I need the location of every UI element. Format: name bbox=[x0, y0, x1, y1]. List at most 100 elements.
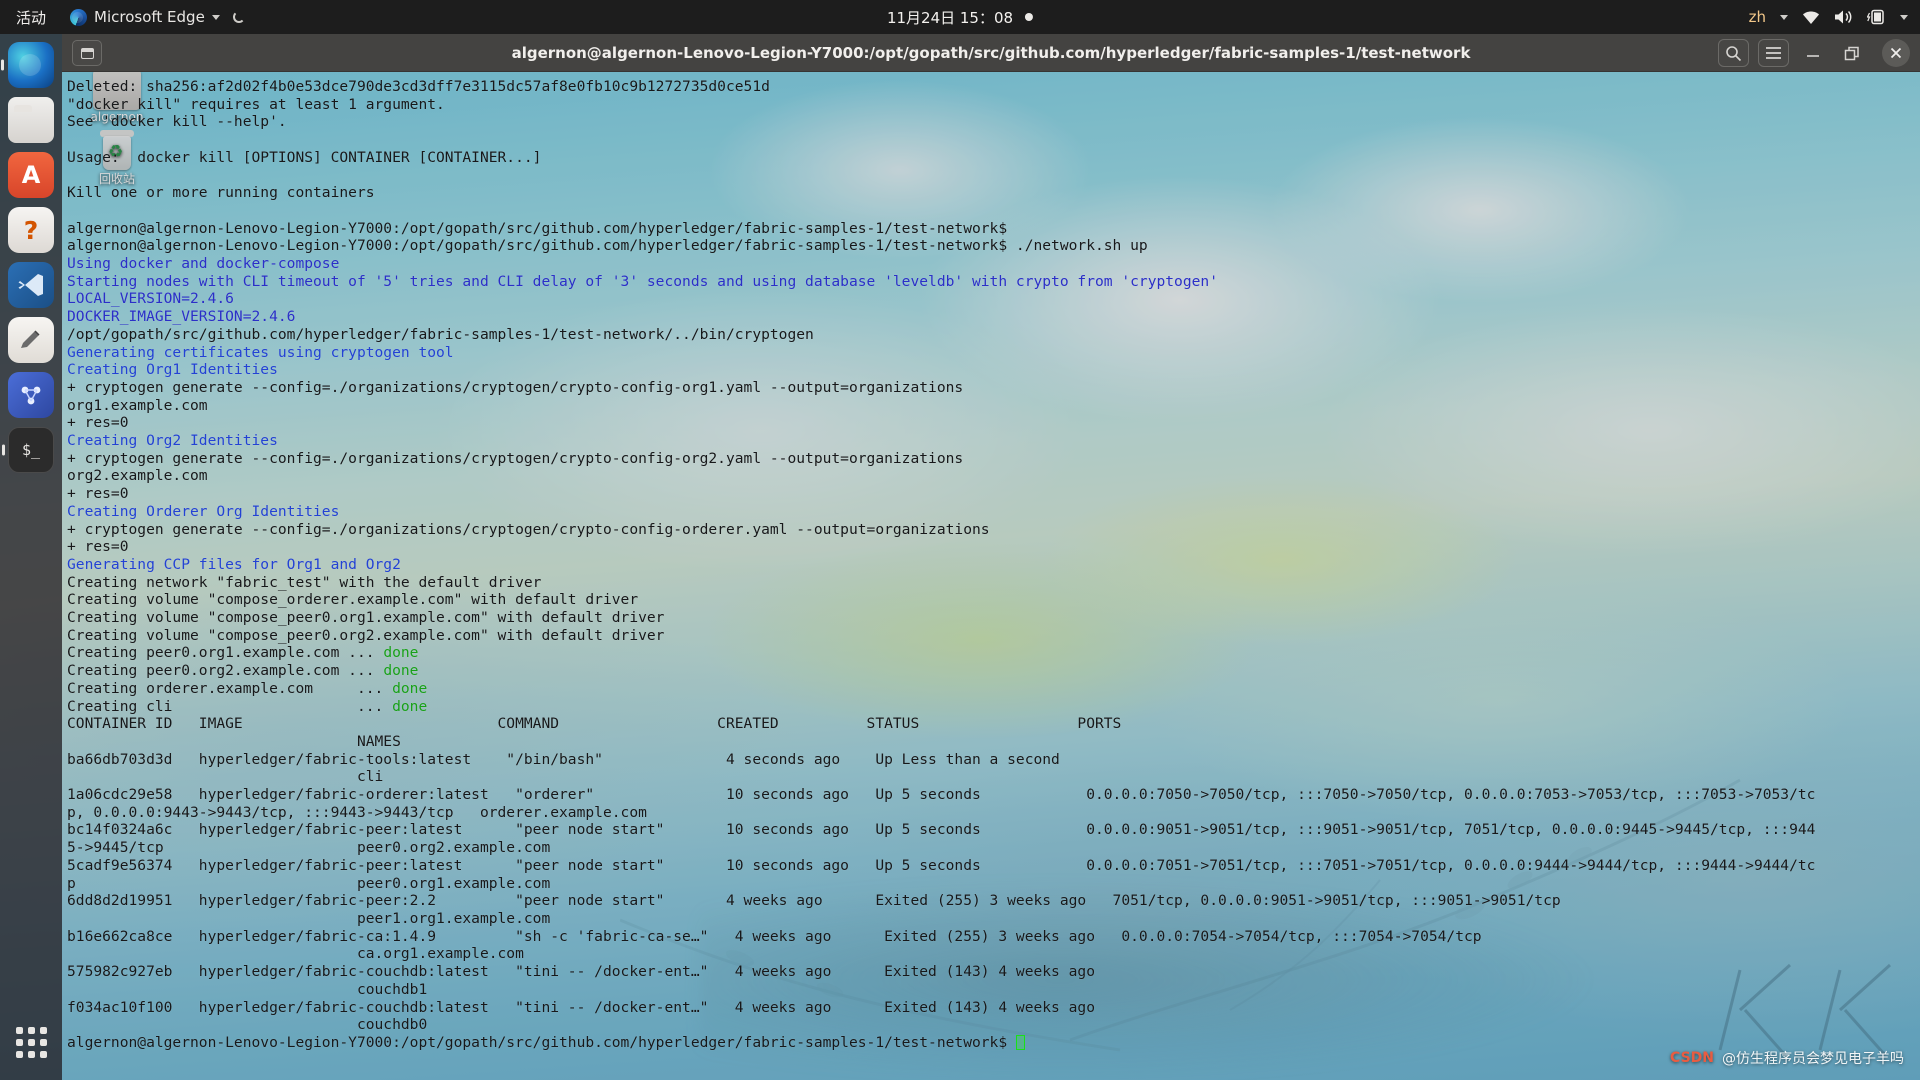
terminal-line: Using docker and docker-compose bbox=[67, 254, 340, 272]
new-tab-button[interactable] bbox=[72, 40, 102, 66]
volume-icon bbox=[1835, 10, 1852, 24]
terminal-line: Creating volume "compose_peer0.org2.exam… bbox=[67, 626, 665, 644]
close-icon bbox=[1890, 47, 1902, 59]
terminal-line: Creating volume "compose_orderer.example… bbox=[67, 591, 639, 609]
dock-item-ubuntu-software[interactable]: A bbox=[8, 152, 54, 198]
terminal-line: algernon@algernon-Lenovo-Legion-Y7000:/o… bbox=[67, 219, 1008, 237]
terminal-line: algernon@algernon-Lenovo-Legion-Y7000:/o… bbox=[67, 1034, 1920, 1052]
terminal-line: Usage: docker kill [OPTIONS] CONTAINER [… bbox=[67, 148, 542, 166]
terminal-line: couchdb1 bbox=[67, 980, 428, 998]
terminal-line: "docker kill" requires at least 1 argume… bbox=[67, 95, 445, 113]
terminal-line: org1.example.com bbox=[67, 396, 208, 414]
terminal-line: + res=0 bbox=[67, 538, 129, 556]
terminal-line: 6dd8d2d19951 hyperledger/fabric-peer:2.2… bbox=[67, 892, 1561, 910]
terminal-titlebar[interactable]: algernon@algernon-Lenovo-Legion-Y7000:/o… bbox=[62, 34, 1920, 72]
terminal-line: DOCKER_IMAGE_VERSION=2.4.6 bbox=[67, 308, 296, 326]
ubuntu-dock: A ? $_ bbox=[0, 34, 62, 1080]
system-tray[interactable]: zh bbox=[1749, 8, 1908, 26]
terminal-line: Generating CCP files for Org1 and Org2 bbox=[67, 555, 401, 573]
minimize-icon bbox=[1807, 55, 1819, 57]
watermark-site: CSDN bbox=[1670, 1050, 1714, 1066]
terminal-menu-button[interactable] bbox=[1758, 39, 1789, 67]
restore-icon bbox=[1844, 46, 1859, 60]
terminal-line: Creating peer0.org2.example.com ... done bbox=[67, 662, 419, 680]
terminal-body[interactable]: Deleted: sha256:af2d02f4b0e53dce790de3cd… bbox=[62, 72, 1920, 1080]
clock-label: 11月24日 15：08 bbox=[886, 8, 1014, 27]
terminal-line: + cryptogen generate --config=./organiza… bbox=[67, 520, 990, 538]
terminal-line: bc14f0324a6c hyperledger/fabric-peer:lat… bbox=[67, 821, 1816, 839]
dock-item-microsoft-edge[interactable] bbox=[8, 42, 54, 88]
search-icon bbox=[1726, 45, 1742, 61]
terminal-line: Creating peer0.org1.example.com ... done bbox=[67, 644, 419, 662]
language-indicator[interactable]: zh bbox=[1749, 8, 1766, 26]
app-menu-label: Microsoft Edge bbox=[94, 8, 205, 26]
terminal-line: + cryptogen generate --config=./organiza… bbox=[67, 378, 964, 396]
terminal-line: algernon@algernon-Lenovo-Legion-Y7000:/o… bbox=[67, 237, 1148, 255]
watermark-author: @仿生程序员会梦见电子羊吗 bbox=[1722, 1051, 1904, 1067]
terminal-line: Starting nodes with CLI timeout of '5' t… bbox=[67, 272, 1218, 290]
dock-item-help[interactable]: ? bbox=[8, 207, 54, 253]
terminal-status-done: done bbox=[383, 644, 419, 662]
chevron-down-icon bbox=[211, 14, 220, 20]
terminal-line: Creating network "fabric_test" with the … bbox=[67, 573, 542, 591]
dock-item-text-editor[interactable] bbox=[8, 317, 54, 363]
app-menu-button[interactable]: Microsoft Edge bbox=[60, 8, 255, 26]
terminal-line: 575982c927eb hyperledger/fabric-couchdb:… bbox=[67, 963, 1095, 981]
nodes-icon bbox=[21, 386, 41, 405]
dock-item-help-label: ? bbox=[23, 215, 39, 245]
terminal-line: See 'docker kill --help'. bbox=[67, 113, 287, 131]
loading-spinner-icon bbox=[232, 11, 245, 23]
maximize-button[interactable] bbox=[1837, 39, 1867, 67]
wifi-icon bbox=[1803, 11, 1819, 24]
terminal-line: CONTAINER ID IMAGE COMMAND CREATED STATU… bbox=[67, 715, 1122, 733]
terminal-line: /opt/gopath/src/github.com/hyperledger/f… bbox=[67, 325, 814, 343]
dock-item-fabric-app[interactable] bbox=[8, 372, 54, 418]
terminal-line: couchdb0 bbox=[67, 1016, 428, 1034]
terminal-line: Creating Org1 Identities bbox=[67, 361, 278, 379]
terminal-line: Deleted: sha256:af2d02f4b0e53dce790de3cd… bbox=[67, 78, 770, 95]
terminal-line: org2.example.com bbox=[67, 467, 208, 485]
show-applications-button[interactable] bbox=[9, 1020, 53, 1064]
dock-item-terminal[interactable]: $_ bbox=[8, 427, 54, 473]
vscode-icon bbox=[18, 274, 43, 296]
terminal-status-done: done bbox=[392, 679, 428, 697]
activities-button[interactable]: 活动 bbox=[0, 7, 60, 28]
terminal-line: 5cadf9e56374 hyperledger/fabric-peer:lat… bbox=[67, 856, 1816, 874]
edge-icon bbox=[70, 8, 88, 26]
terminal-line: LOCAL_VERSION=2.4.6 bbox=[67, 290, 234, 308]
dock-item-files[interactable] bbox=[8, 97, 54, 143]
language-chevron-icon bbox=[1780, 14, 1788, 20]
terminal-status-done: done bbox=[392, 697, 428, 715]
terminal-search-button[interactable] bbox=[1718, 39, 1749, 67]
gnome-top-bar: 活动 Microsoft Edge 11月24日 15：08 zh bbox=[0, 0, 1920, 34]
terminal-line: f034ac10f100 hyperledger/fabric-couchdb:… bbox=[67, 998, 1095, 1016]
watermark: CSDN @仿生程序员会梦见电子羊吗 bbox=[1670, 1048, 1904, 1068]
system-menu-chevron-icon bbox=[1900, 14, 1908, 20]
terminal-line: ca.org1.example.com bbox=[67, 945, 524, 963]
window-controls bbox=[1718, 39, 1910, 67]
terminal-line: cli bbox=[67, 768, 384, 786]
terminal-window: algernon@algernon-Lenovo-Legion-Y7000:/o… bbox=[62, 34, 1920, 1080]
close-button[interactable] bbox=[1882, 39, 1910, 67]
terminal-output: Deleted: sha256:af2d02f4b0e53dce790de3cd… bbox=[62, 78, 1920, 1052]
terminal-line: 5->9445/tcp peer0.org2.example.com bbox=[67, 839, 551, 857]
dock-item-visual-studio-code[interactable] bbox=[8, 262, 54, 308]
notification-dot-icon bbox=[1025, 13, 1034, 21]
terminal-line: p, 0.0.0.0:9443->9443/tcp, :::9443->9443… bbox=[67, 803, 647, 821]
terminal-line: Creating cli ... done bbox=[67, 697, 428, 715]
dock-item-terminal-label: $_ bbox=[21, 441, 41, 459]
terminal-line: + res=0 bbox=[67, 485, 129, 503]
terminal-line: p peer0.org1.example.com bbox=[67, 874, 551, 892]
terminal-line: 1a06cdc29e58 hyperledger/fabric-orderer:… bbox=[67, 786, 1816, 804]
terminal-line: b16e662ca8ce hyperledger/fabric-ca:1.4.9… bbox=[67, 927, 1482, 945]
terminal-line: Creating Orderer Org Identities bbox=[67, 502, 340, 520]
dock-item-ubuntu-software-label: A bbox=[21, 161, 41, 189]
clock-button[interactable]: 11月24日 15：08 bbox=[886, 7, 1034, 28]
minimize-button[interactable] bbox=[1798, 39, 1828, 67]
desktop-screen: algernon ♻ 回收站 活动 Microsoft Edge 11月24日 … bbox=[0, 0, 1920, 1080]
terminal-line: peer1.org1.example.com bbox=[67, 910, 551, 927]
hamburger-menu-icon bbox=[1766, 47, 1781, 59]
terminal-line: + cryptogen generate --config=./organiza… bbox=[67, 449, 964, 467]
